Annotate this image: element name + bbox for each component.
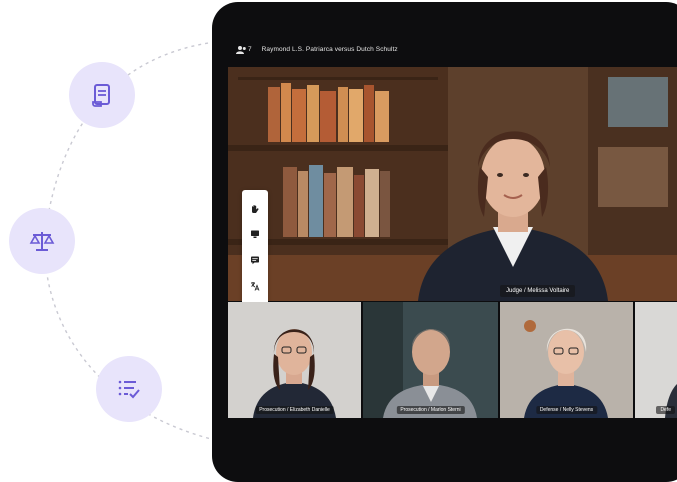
screen-share-button[interactable] [248,227,262,241]
checklist-icon [118,380,140,399]
participant-label: Prosecution / Marlon Sterni [396,406,465,414]
participant-label: Defe [656,406,675,414]
meeting-title: Raymond L.S. Patriarca versus Dutch Schu… [261,45,398,53]
participant-video [363,302,498,418]
translate-button[interactable] [248,279,262,293]
screen-share-icon [251,230,259,239]
main-speaker-video[interactable]: Judge / Melissa Voltaire [228,67,677,301]
main-speaker-label: Judge / Melissa Voltaire [500,285,576,297]
raise-hand-button[interactable] [248,202,262,216]
chat-icon [251,256,259,265]
participant-thumbnail[interactable]: Prosecution / Elizabeth Danielle [228,302,361,418]
scales-icon-circle [9,208,75,274]
participant-label: Prosecution / Elizabeth Danielle [255,406,334,414]
participant-video [500,302,633,418]
participant-thumbnail[interactable]: Defe [635,302,677,418]
checklist-icon-circle [96,356,162,422]
translate-icon [251,281,260,291]
document-icon [92,84,110,107]
scales-icon [29,232,55,251]
participants-button[interactable]: 7 [236,45,252,54]
document-icon-circle [69,62,135,128]
participant-count: 7 [248,45,252,53]
hand-icon [252,204,259,213]
participant-thumbnail[interactable]: Defense / Nelly Stevens [500,302,633,418]
participants-icon [236,45,246,54]
chat-button[interactable] [248,253,262,267]
main-video-scene [228,67,677,301]
participant-label: Defense / Nelly Stevens [535,406,598,414]
participant-video [635,302,677,418]
meeting-header: 7 Raymond L.S. Patriarca versus Dutch Sc… [232,36,677,62]
participant-thumbnail[interactable]: Prosecution / Marlon Sterni [363,302,498,418]
participant-video [228,302,361,418]
